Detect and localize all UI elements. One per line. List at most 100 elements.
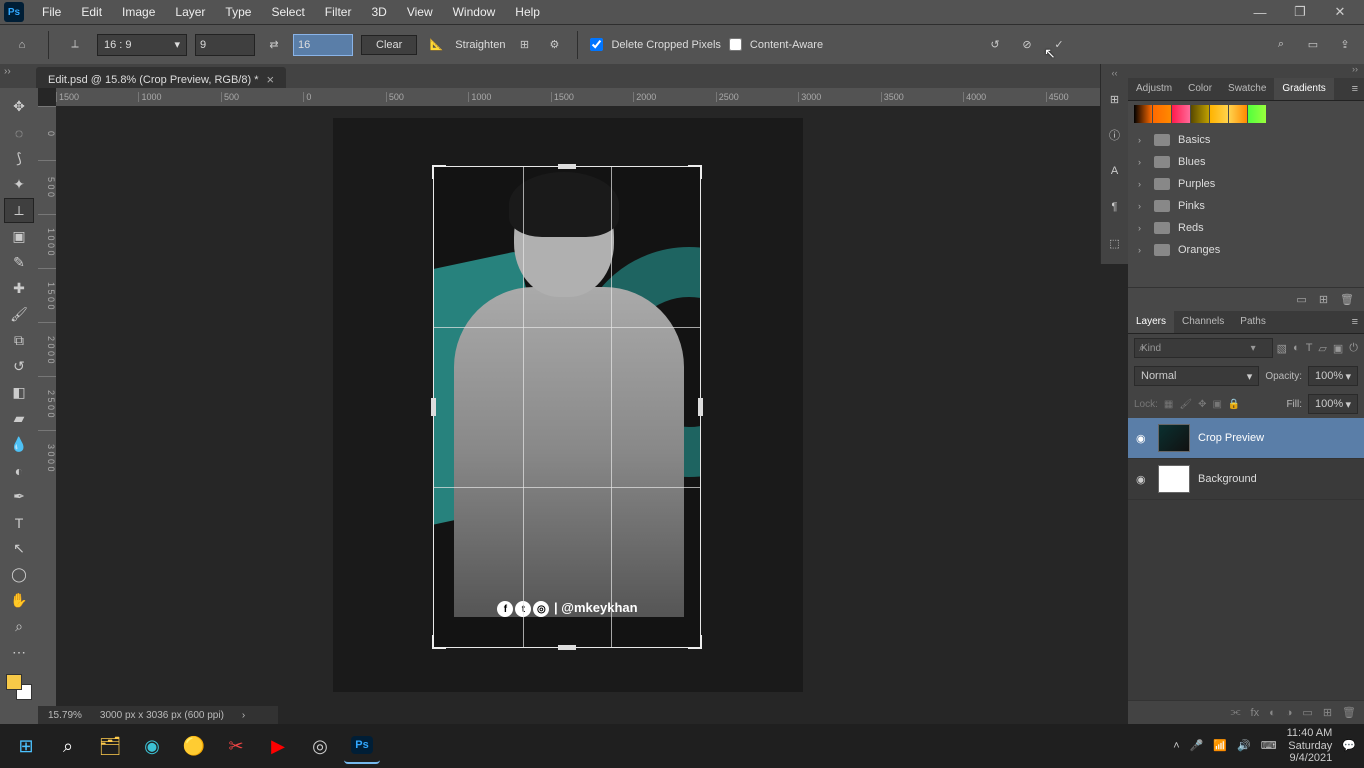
delete-gradient-icon[interactable]: 🗑 xyxy=(1340,293,1354,306)
layer-thumbnail[interactable] xyxy=(1158,465,1190,493)
delete-cropped-checkbox[interactable] xyxy=(590,38,603,51)
lock-all-icon[interactable]: 🔒 xyxy=(1228,399,1240,410)
glyphs-panel-icon[interactable]: ⬚ xyxy=(1104,232,1126,254)
home-icon[interactable]: ⌂ xyxy=(8,31,36,59)
new-layer-icon[interactable]: ⊞ xyxy=(1323,706,1332,719)
notifications-icon[interactable]: 💬 xyxy=(1342,739,1356,752)
paragraph-panel-icon[interactable]: ¶ xyxy=(1104,196,1126,218)
menu-filter[interactable]: Filter xyxy=(315,1,362,23)
marquee-tool[interactable]: ◌ xyxy=(4,120,34,145)
close-button[interactable]: ✕ xyxy=(1320,1,1360,23)
history-brush-tool[interactable]: ↺ xyxy=(4,354,34,379)
opacity-input[interactable]: 100%▾ xyxy=(1308,366,1358,386)
microphone-icon[interactable]: 🎤 xyxy=(1190,739,1204,752)
menu-image[interactable]: Image xyxy=(112,1,165,23)
expand-panels-icon[interactable]: ‹‹ xyxy=(1101,68,1128,78)
stamp-tool[interactable]: ⧉ xyxy=(4,328,34,353)
file-explorer-icon[interactable]: 🗂 xyxy=(92,728,128,764)
gradient-swatch[interactable] xyxy=(1229,105,1247,123)
foreground-color-swatch[interactable] xyxy=(6,674,22,690)
crop-handle-t[interactable] xyxy=(558,164,576,169)
brush-tool[interactable]: 🖌 xyxy=(4,302,34,327)
obs-icon[interactable]: ◎ xyxy=(302,728,338,764)
gradient-swatch[interactable] xyxy=(1248,105,1266,123)
libraries-panel-icon[interactable]: ⊞ xyxy=(1104,88,1126,110)
search-button[interactable]: ⌕ xyxy=(50,728,86,764)
content-aware-checkbox[interactable] xyxy=(729,38,742,51)
edge-icon[interactable]: ◉ xyxy=(134,728,170,764)
snip-icon[interactable]: ✂ xyxy=(218,728,254,764)
overlay-grid-icon[interactable]: ⊞ xyxy=(513,34,535,56)
dodge-tool[interactable]: ◐ xyxy=(4,458,34,483)
visibility-icon[interactable]: ◉ xyxy=(1136,473,1150,486)
properties-panel-icon[interactable]: ⓘ xyxy=(1104,124,1126,146)
gradient-folder[interactable]: ›Reds xyxy=(1128,217,1364,239)
menu-file[interactable]: File xyxy=(32,1,71,23)
doc-info-arrow-icon[interactable]: › xyxy=(242,710,245,721)
reset-crop-icon[interactable]: ↺ xyxy=(984,34,1006,56)
crop-handle-bl[interactable] xyxy=(432,635,446,649)
edit-toolbar[interactable]: ⋯ xyxy=(4,640,34,665)
expand-right-dock-icon[interactable]: ›› xyxy=(1128,64,1364,78)
lock-position-icon[interactable]: ✥ xyxy=(1198,399,1206,410)
search-icon[interactable]: ⌕ xyxy=(1270,34,1292,56)
menu-help[interactable]: Help xyxy=(505,1,550,23)
layer-row[interactable]: ◉ Background xyxy=(1128,459,1364,500)
clock[interactable]: 11:40 AM Saturday 9/4/2021 xyxy=(1287,727,1333,765)
move-tool[interactable]: ✥ xyxy=(4,94,34,119)
layer-thumbnail[interactable] xyxy=(1158,424,1190,452)
adjustment-layer-icon[interactable]: ◑ xyxy=(1286,707,1293,719)
expand-dock-icon[interactable]: ›› xyxy=(4,66,11,77)
zoom-level[interactable]: 15.79% xyxy=(48,710,82,721)
gradient-folder[interactable]: ›Basics xyxy=(1128,129,1364,151)
delete-layer-icon[interactable]: 🗑 xyxy=(1342,706,1356,719)
new-gradient-icon[interactable]: ⊞ xyxy=(1319,293,1328,306)
crop-tool[interactable]: ⟂ xyxy=(4,198,34,223)
menu-edit[interactable]: Edit xyxy=(71,1,112,23)
chrome-icon[interactable]: 🟡 xyxy=(176,728,212,764)
gradient-swatch[interactable] xyxy=(1172,105,1190,123)
swap-ratio-icon[interactable]: ⇄ xyxy=(263,38,285,51)
minimize-button[interactable]: — xyxy=(1240,1,1280,23)
start-button[interactable]: ⊞ xyxy=(8,728,44,764)
gradient-tool[interactable]: ▰ xyxy=(4,406,34,431)
eyedropper-tool[interactable]: ✎ xyxy=(4,250,34,275)
crop-handle-r[interactable] xyxy=(698,398,703,416)
blend-mode-select[interactable]: Normal▾ xyxy=(1134,366,1259,386)
new-group-icon[interactable]: ▭ xyxy=(1302,706,1312,719)
gradient-folder[interactable]: ›Pinks xyxy=(1128,195,1364,217)
tab-layers[interactable]: Layers xyxy=(1128,311,1174,333)
maximize-button[interactable]: ❐ xyxy=(1280,1,1320,23)
new-group-icon[interactable]: ▭ xyxy=(1296,293,1306,306)
clear-button[interactable]: Clear xyxy=(361,35,417,55)
commit-crop-icon[interactable]: ✓ xyxy=(1048,34,1070,56)
layer-row[interactable]: ◉ Crop Preview xyxy=(1128,418,1364,459)
layer-name[interactable]: Background xyxy=(1198,473,1257,485)
menu-layer[interactable]: Layer xyxy=(165,1,215,23)
link-layers-icon[interactable]: ⫘ xyxy=(1231,706,1241,719)
tab-adjustments[interactable]: Adjustm xyxy=(1128,78,1180,100)
layer-style-icon[interactable]: fx xyxy=(1251,707,1260,719)
foreground-background-colors[interactable] xyxy=(6,674,32,700)
healing-tool[interactable]: ✚ xyxy=(4,276,34,301)
lock-artboard-icon[interactable]: ▣ xyxy=(1212,399,1221,410)
crop-handle-tl[interactable] xyxy=(432,165,446,179)
filter-type-icon[interactable]: T xyxy=(1306,342,1313,355)
visibility-icon[interactable]: ◉ xyxy=(1136,432,1150,445)
lasso-tool[interactable]: ⟆ xyxy=(4,146,34,171)
crop-handle-tr[interactable] xyxy=(688,165,702,179)
layer-filter-kind[interactable]: Kind▾ xyxy=(1134,338,1273,358)
path-select-tool[interactable]: ↖ xyxy=(4,536,34,561)
tab-color[interactable]: Color xyxy=(1180,78,1220,100)
crop-settings-icon[interactable]: ⚙ xyxy=(543,34,565,56)
gradient-folder[interactable]: ›Oranges xyxy=(1128,239,1364,261)
gradient-swatch[interactable] xyxy=(1191,105,1209,123)
youtube-icon[interactable]: ▶ xyxy=(260,728,296,764)
document-info[interactable]: 3000 px x 3036 px (600 ppi) xyxy=(100,710,224,721)
menu-type[interactable]: Type xyxy=(215,1,261,23)
blur-tool[interactable]: 💧 xyxy=(4,432,34,457)
cancel-crop-icon[interactable]: ⊘ xyxy=(1016,34,1038,56)
gradient-swatch[interactable] xyxy=(1153,105,1171,123)
crop-handle-l[interactable] xyxy=(431,398,436,416)
straighten-icon[interactable]: 📐 xyxy=(425,34,447,56)
